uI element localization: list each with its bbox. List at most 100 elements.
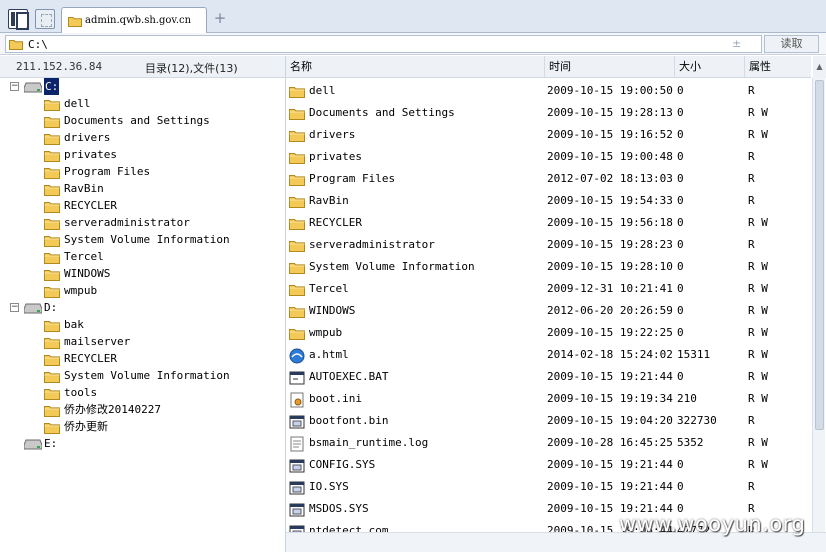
tree-folder-label: privates [64, 148, 117, 161]
column-time[interactable]: 时间 [545, 56, 675, 78]
file-attr: R W [748, 216, 768, 229]
file-attr: R [748, 238, 755, 251]
new-page-icon[interactable] [35, 9, 55, 29]
address-bar: C:\ ± 读取 [0, 33, 826, 55]
folder-icon [44, 336, 60, 354]
file-list: dell 2009-10-15 19:00:50 0 R Documents and S… [286, 80, 811, 532]
file-name: ntdetect.com [309, 524, 389, 532]
file-time: 2012-06-20 20:26:59 [547, 304, 673, 317]
file-row[interactable]: privates 2009-10-15 19:00:48 0 R [286, 146, 811, 168]
layout-toggle-icon[interactable] [8, 9, 29, 30]
file-row[interactable]: a.html 2014-02-18 15:24:02 15311 R W [286, 344, 811, 366]
tree-folder-label: tools [64, 386, 98, 399]
file-name: Documents and Settings [309, 106, 455, 119]
file-name: RavBin [309, 194, 349, 207]
read-button[interactable]: 读取 [764, 35, 819, 53]
file-row[interactable]: WINDOWS 2012-06-20 20:26:59 0 R W [286, 300, 811, 322]
folder-icon [44, 149, 60, 167]
file-row[interactable]: bootfont.bin 2009-10-15 19:04:20 322730 R [286, 410, 811, 432]
file-attr: R W [748, 326, 768, 339]
folder-icon [44, 370, 60, 388]
collapse-toggle-icon[interactable]: − [10, 82, 19, 91]
file-row[interactable]: System Volume Information 2009-10-15 19:2… [286, 256, 811, 278]
folder-icon [44, 98, 60, 116]
file-size: 0 [677, 326, 684, 339]
path-input[interactable]: C:\ ± [5, 35, 762, 53]
path-dropdown-button[interactable]: ± [732, 37, 741, 50]
file-name: WINDOWS [309, 304, 356, 317]
file-attr: R W [748, 260, 768, 273]
vertical-scrollbar[interactable] [812, 78, 825, 532]
tree-folder-label: bak [64, 318, 84, 331]
file-row[interactable]: RavBin 2009-10-15 19:54:33 0 R [286, 190, 811, 212]
folder-icon [44, 404, 60, 422]
column-name[interactable]: 名称 [286, 56, 545, 78]
file-time: 2009-10-15 19:28:23 [547, 238, 673, 251]
file-row[interactable]: AUTOEXEC.BAT 2009-10-15 19:21:44 0 R W [286, 366, 811, 388]
directory-tree: − C: dell Documents and Settings drivers priv… [0, 78, 285, 552]
file-attr: R W [748, 128, 768, 141]
drive-icon [23, 438, 43, 455]
file-name: serveradministrator [309, 238, 435, 251]
file-name: bootfont.bin [309, 414, 389, 427]
file-time: 2009-10-28 16:45:25 [547, 436, 673, 449]
watermark: www.wooyun.org [619, 512, 806, 536]
file-name: AUTOEXEC.BAT [309, 370, 389, 383]
file-row[interactable]: boot.ini 2009-10-15 19:19:34 210 R W [286, 388, 811, 410]
file-time: 2009-10-15 19:21:44 [547, 458, 673, 471]
file-attr: R W [748, 458, 768, 471]
file-time: 2009-12-31 10:21:41 [547, 282, 673, 295]
tree-folder-label: 侨办修改20140227 [64, 403, 161, 416]
file-row[interactable]: RECYCLER 2009-10-15 19:56:18 0 R W [286, 212, 811, 234]
file-name: a.html [309, 348, 349, 361]
file-list-header: 名称 时间 大小 属性 [286, 56, 811, 78]
tree-folder-label: RECYCLER [64, 352, 117, 365]
file-name: CONFIG.SYS [309, 458, 376, 471]
tree-folder-label: drivers [64, 131, 111, 144]
file-row[interactable]: dell 2009-10-15 19:00:50 0 R [286, 80, 811, 102]
tree-folder-label: Tercel [64, 250, 104, 263]
file-row[interactable]: drivers 2009-10-15 19:16:52 0 R W [286, 124, 811, 146]
folder-icon [68, 17, 82, 27]
file-attr: R [748, 480, 755, 493]
file-name: Tercel [309, 282, 349, 295]
folder-icon [44, 166, 60, 184]
file-row[interactable]: Documents and Settings 2009-10-15 19:28:1… [286, 102, 811, 124]
left-pane-header: 211.152.36.84 目录(12),文件(13) [0, 56, 285, 78]
collapse-toggle-icon[interactable]: − [10, 303, 19, 312]
file-size: 0 [677, 84, 684, 97]
folder-icon [44, 200, 60, 218]
tree-drive-label: C: [44, 78, 60, 95]
file-time: 2009-10-15 19:22:25 [547, 326, 673, 339]
tab-active[interactable]: admin.qwb.sh.gov.cn [61, 7, 207, 34]
tree-folder-label: System Volume Information [64, 233, 230, 246]
file-time: 2009-10-15 19:28:13 [547, 106, 673, 119]
column-attr[interactable]: 属性 [745, 56, 811, 78]
file-row[interactable]: CONFIG.SYS 2009-10-15 19:21:44 0 R W [286, 454, 811, 476]
column-size[interactable]: 大小 [675, 56, 745, 78]
tree-folder-label: RECYCLER [64, 199, 117, 212]
file-row[interactable]: wmpub 2009-10-15 19:22:25 0 R W [286, 322, 811, 344]
file-time: 2009-10-15 19:21:44 [547, 480, 673, 493]
drive-icon [23, 81, 43, 98]
add-tab-button[interactable]: + [213, 9, 227, 27]
file-row[interactable]: serveradministrator 2009-10-15 19:28:23 0 R [286, 234, 811, 256]
file-size: 0 [677, 370, 684, 383]
file-size: 0 [677, 150, 684, 163]
scrollbar-thumb[interactable] [815, 80, 824, 430]
folder-icon [44, 183, 60, 201]
file-time: 2009-10-15 19:19:34 [547, 392, 673, 405]
tab-bar: admin.qwb.sh.gov.cn + [0, 0, 826, 34]
file-time: 2009-10-15 19:00:50 [547, 84, 673, 97]
scroll-up-icon[interactable]: ▲ [813, 56, 826, 78]
file-attr: R W [748, 436, 768, 449]
tree-drive-label: E: [44, 437, 58, 450]
file-row[interactable]: Tercel 2009-12-31 10:21:41 0 R W [286, 278, 811, 300]
file-row[interactable]: bsmain_runtime.log 2009-10-28 16:45:25 535… [286, 432, 811, 454]
file-time: 2009-10-15 19:28:10 [547, 260, 673, 273]
tab-title: admin.qwb.sh.gov.cn [85, 15, 192, 26]
file-size: 0 [677, 260, 684, 273]
file-row[interactable]: Program Files 2012-07-02 18:13:03 0 R [286, 168, 811, 190]
file-row[interactable]: IO.SYS 2009-10-15 19:21:44 0 R [286, 476, 811, 498]
file-attr: R [748, 194, 755, 207]
